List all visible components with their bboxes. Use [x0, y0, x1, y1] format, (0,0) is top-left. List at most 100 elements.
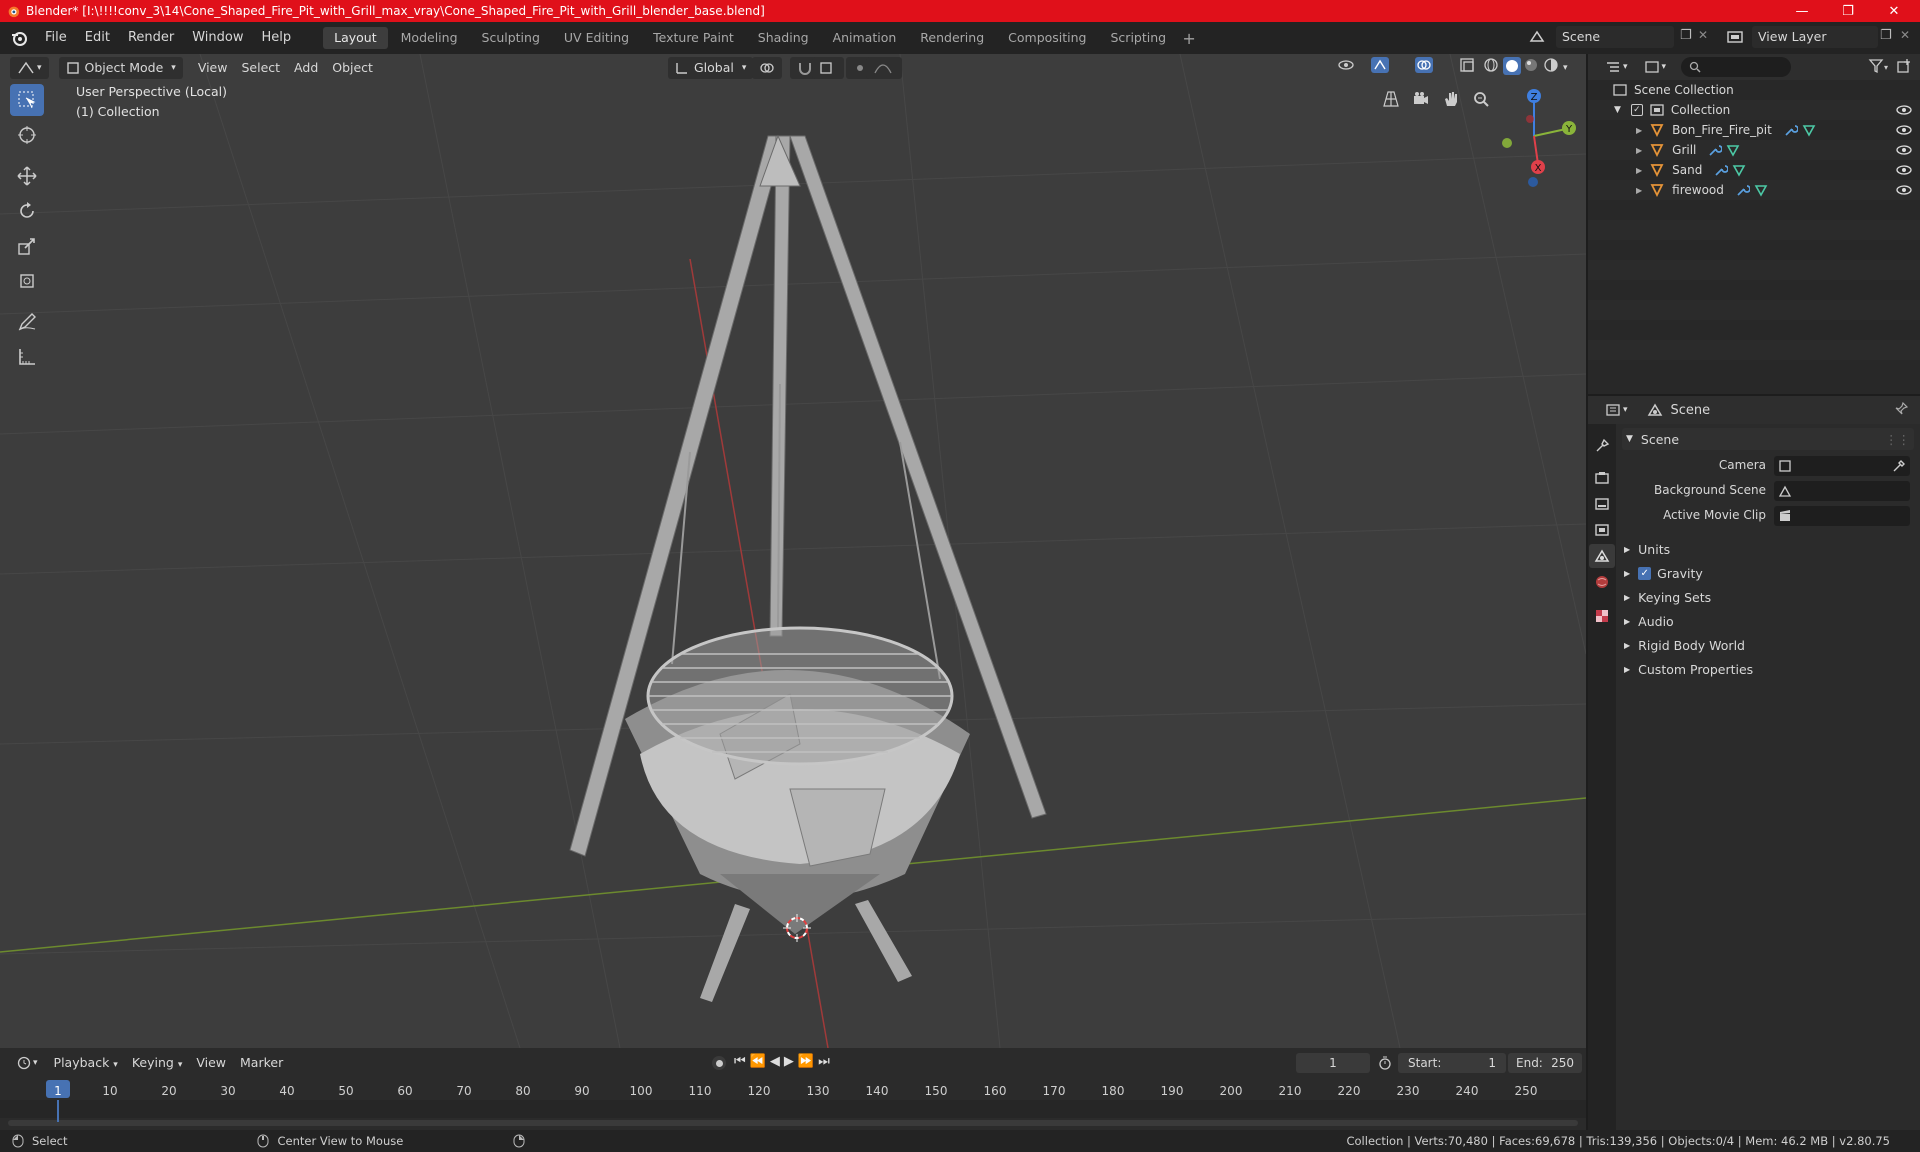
rotate-tool[interactable] — [10, 195, 44, 227]
proportional-falloff-dropdown[interactable] — [866, 57, 902, 79]
eye-icon[interactable] — [1896, 104, 1912, 116]
outliner-row-collection[interactable]: ▼ ✓ Collection — [1588, 100, 1920, 120]
editor-type-button[interactable]: ▾ — [10, 57, 49, 79]
tab-shading[interactable]: Shading — [747, 27, 820, 49]
viewport-menu-object[interactable]: Object — [325, 57, 380, 79]
viewport-scene[interactable] — [0, 54, 1586, 1048]
outliner-row-sand[interactable]: ▶ Sand — [1588, 160, 1920, 180]
collection-checkbox[interactable]: ✓ — [1630, 104, 1643, 116]
expand-object-icon[interactable]: ▶ — [1636, 186, 1642, 195]
filter-icon[interactable]: ▾ — [1868, 58, 1890, 78]
scene-panel-header[interactable]: ▼ Scene ⋮⋮ — [1622, 428, 1914, 450]
properties-editor-type-button[interactable]: ▾ — [1598, 399, 1635, 421]
timeline-menu-playback[interactable]: Playback ▾ — [47, 1052, 125, 1074]
wrench-modifier-icon[interactable] — [1784, 123, 1798, 137]
select-box-tool[interactable] — [10, 84, 44, 116]
outliner-row-scene-collection[interactable]: Scene Collection — [1588, 80, 1920, 100]
measure-tool[interactable] — [10, 341, 44, 373]
keying-sets-panel-header[interactable]: ▶ Keying Sets — [1624, 586, 1711, 608]
cursor-tool[interactable] — [10, 119, 44, 151]
eye-icon[interactable] — [1896, 164, 1912, 176]
audio-panel-header[interactable]: ▶ Audio — [1624, 610, 1674, 632]
object-mode-dropdown[interactable]: Object Mode ▾ — [58, 57, 183, 79]
wrench-modifier-icon[interactable] — [1714, 163, 1729, 177]
view-layer-selector[interactable]: View Layer — [1752, 26, 1878, 48]
tab-output[interactable] — [1589, 492, 1615, 516]
wrench-modifier-icon[interactable] — [1708, 143, 1723, 157]
eye-icon[interactable] — [1896, 144, 1912, 156]
outliner-row-grill[interactable]: ▶ Grill — [1588, 140, 1920, 160]
timeline-editor-type-button[interactable]: ▾ — [10, 1052, 45, 1074]
toggle-perspective-button[interactable] — [1378, 86, 1404, 112]
delete-scene-icon[interactable]: ✕ — [1698, 28, 1708, 42]
menu-file[interactable]: File — [36, 22, 76, 54]
scene-icon[interactable] — [1528, 28, 1546, 46]
start-frame-field[interactable]: Start: 1 — [1398, 1053, 1506, 1073]
timeline-menu-marker[interactable]: Marker — [233, 1052, 290, 1074]
menu-edit[interactable]: Edit — [76, 22, 119, 54]
mesh-data-icon[interactable] — [1732, 163, 1746, 177]
drag-handle-icon[interactable]: ⋮⋮ — [1885, 432, 1910, 447]
outliner-row-bon-fire-fire-pit[interactable]: ▶ Bon_Fire_Fire_pit — [1588, 120, 1920, 140]
timeline-scrollbar[interactable] — [8, 1120, 1578, 1126]
3d-viewport[interactable]: ▾ Object Mode ▾ View Select Add Object G… — [0, 54, 1586, 1048]
timeline-menu-view[interactable]: View — [189, 1052, 233, 1074]
display-mode-dropdown[interactable]: ▾ — [1637, 56, 1674, 78]
eyedropper-icon[interactable] — [1892, 459, 1906, 473]
viewport-menu-view[interactable]: View — [191, 57, 235, 79]
expand-object-icon[interactable]: ▶ — [1636, 166, 1642, 175]
snap-target-dropdown[interactable] — [812, 57, 844, 79]
units-panel-header[interactable]: ▶ Units — [1624, 538, 1670, 560]
tab-modeling[interactable]: Modeling — [390, 27, 469, 49]
eye-icon[interactable] — [1896, 184, 1912, 196]
close-button[interactable]: ✕ — [1872, 0, 1916, 22]
outliner-editor-type-button[interactable]: ▾ — [1598, 56, 1635, 78]
outliner-search-input[interactable] — [1681, 57, 1792, 77]
annotate-tool[interactable] — [10, 306, 44, 338]
mesh-data-icon[interactable] — [1802, 123, 1816, 137]
camera-view-button[interactable] — [1408, 86, 1434, 112]
tab-texture-paint[interactable]: Texture Paint — [642, 27, 745, 49]
viewport-menu-add[interactable]: Add — [287, 57, 325, 79]
new-scene-icon[interactable]: ❐ — [1680, 28, 1692, 43]
outliner-row-firewood[interactable]: ▶ firewood — [1588, 180, 1920, 200]
grill-grate[interactable] — [646, 626, 954, 766]
wrench-modifier-icon[interactable] — [1736, 183, 1750, 197]
background-scene-field[interactable] — [1774, 481, 1910, 501]
custom-properties-panel-header[interactable]: ▶ Custom Properties — [1624, 658, 1753, 680]
record-button[interactable] — [712, 1056, 726, 1070]
blender-menu-icon[interactable] — [10, 29, 28, 47]
tab-compositing[interactable]: Compositing — [997, 27, 1097, 49]
tab-uv-editing[interactable]: UV Editing — [553, 27, 640, 49]
tab-scene[interactable] — [1589, 544, 1615, 568]
overlays-toggle[interactable] — [1408, 57, 1450, 79]
tab-rendering[interactable]: Rendering — [909, 27, 995, 49]
add-workspace-button[interactable]: + — [1178, 29, 1200, 48]
transform-orientation-dropdown[interactable]: Global ▾ — [668, 57, 754, 79]
tab-scripting[interactable]: Scripting — [1100, 27, 1178, 49]
tab-sculpting[interactable]: Sculpting — [471, 27, 551, 49]
new-collection-icon[interactable] — [1896, 58, 1912, 78]
pin-icon[interactable] — [1894, 401, 1909, 420]
tab-animation[interactable]: Animation — [822, 27, 908, 49]
gizmo-toggle[interactable] — [1364, 57, 1406, 79]
pivot-point-dropdown[interactable] — [752, 57, 782, 79]
delete-view-layer-icon[interactable]: ✕ — [1900, 28, 1910, 42]
tab-layout[interactable]: Layout — [323, 27, 388, 49]
move-tool[interactable] — [10, 160, 44, 192]
new-view-layer-icon[interactable]: ❐ — [1880, 28, 1892, 43]
viewport-menu-select[interactable]: Select — [234, 57, 287, 79]
expand-object-icon[interactable]: ▶ — [1636, 126, 1642, 135]
camera-field[interactable] — [1774, 456, 1910, 476]
timeline-menu-keying[interactable]: Keying ▾ — [125, 1052, 190, 1074]
mesh-data-icon[interactable] — [1726, 143, 1740, 157]
tab-world[interactable] — [1589, 570, 1615, 594]
stopwatch-icon[interactable] — [1378, 1056, 1392, 1070]
expand-collection-icon[interactable]: ▼ — [1614, 105, 1621, 115]
menu-render[interactable]: Render — [119, 22, 183, 54]
maximize-button[interactable]: ❐ — [1826, 0, 1870, 22]
pan-view-button[interactable] — [1438, 86, 1464, 112]
menu-help[interactable]: Help — [253, 22, 301, 54]
scene-selector[interactable]: Scene — [1556, 26, 1674, 48]
navigation-gizmo[interactable]: Z Y X — [1490, 84, 1580, 194]
